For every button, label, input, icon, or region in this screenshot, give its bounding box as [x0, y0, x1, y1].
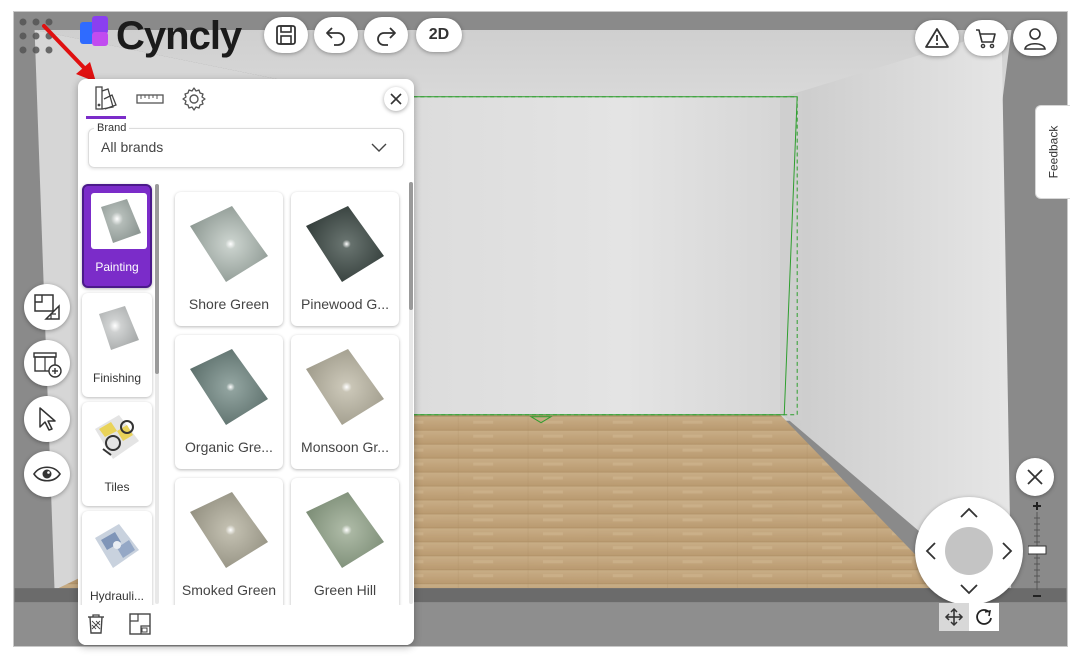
category-finishing[interactable]: Finishing	[82, 293, 152, 397]
category-thumbnail	[89, 300, 145, 356]
undo-icon	[326, 27, 345, 46]
material-label: Organic Gre...	[185, 439, 273, 455]
camera-nav-pad-graphic	[925, 507, 1013, 595]
feedback-label: Feedback	[1046, 125, 1061, 179]
close-panel-button[interactable]	[384, 87, 408, 111]
view-mode-2d-button[interactable]: 2D	[416, 18, 462, 52]
category-thumbnail	[89, 518, 145, 574]
redo-icon	[377, 27, 396, 46]
redo-button[interactable]	[364, 17, 408, 53]
logo-text: Cyncly	[116, 14, 242, 58]
eye-icon	[33, 466, 61, 482]
user-icon	[1024, 28, 1046, 50]
zoom-slider[interactable]	[1027, 500, 1048, 602]
trash-icon[interactable]	[86, 613, 106, 635]
material-label: Pinewood G...	[301, 296, 389, 312]
move-mode-button[interactable]	[939, 603, 969, 631]
ruler-icon	[136, 94, 164, 104]
cart-icon	[976, 29, 996, 49]
material-swatch	[186, 200, 272, 286]
feedback-tab[interactable]: Feedback	[1035, 105, 1070, 199]
category-hydraulic[interactable]: Hydrauli...	[82, 511, 152, 615]
rotate-mode-button[interactable]	[969, 603, 999, 631]
rotate-icon	[976, 609, 992, 625]
add-cabinet-icon	[33, 352, 62, 378]
save-button[interactable]	[264, 17, 308, 53]
brand-select[interactable]: All brands	[88, 128, 404, 168]
pan-left-icon	[925, 542, 936, 560]
category-tiles[interactable]: Tiles	[82, 402, 152, 506]
warnings-button[interactable]	[915, 20, 959, 56]
materials-panel: All brands Brand Painting Finishing Tile…	[78, 79, 414, 645]
material-swatch	[302, 343, 388, 429]
material-card-pinewood-green[interactable]: Pinewood G...	[291, 192, 399, 326]
material-swatch	[186, 343, 272, 429]
tab-settings[interactable]	[174, 79, 214, 119]
cart-button[interactable]	[964, 20, 1008, 56]
annotation-arrow-icon	[42, 24, 96, 82]
material-card-organic-green[interactable]: Organic Gre...	[175, 335, 283, 469]
zoom-slider-handle	[1027, 545, 1047, 555]
pan-down-icon	[960, 584, 978, 595]
add-furniture-button[interactable]	[24, 340, 70, 386]
category-scrollbar[interactable]	[155, 184, 159, 604]
save-icon	[276, 25, 296, 45]
floorplan-icon	[34, 294, 60, 320]
material-card-shore-green[interactable]: Shore Green	[175, 192, 283, 326]
material-label: Smoked Green	[181, 582, 277, 598]
category-label: Painting	[95, 260, 139, 274]
paint-swatch-icon	[95, 85, 117, 110]
room-layout-icon[interactable]	[128, 612, 152, 636]
materials-scrollbar-thumb[interactable]	[409, 182, 413, 310]
panel-footer	[78, 605, 414, 645]
category-label: Finishing	[92, 371, 142, 385]
gear-icon	[182, 87, 206, 111]
category-label: Tiles	[104, 480, 130, 494]
tab-measure[interactable]	[130, 79, 170, 119]
undo-button[interactable]	[314, 17, 358, 53]
material-label: Green Hill	[313, 582, 377, 598]
move-arrows-icon	[944, 607, 964, 627]
brand-select-value: All brands	[101, 139, 164, 155]
warning-icon	[925, 28, 949, 48]
pan-right-icon	[1002, 542, 1013, 560]
zoom-slider-graphic	[1027, 502, 1047, 597]
tab-materials[interactable]	[86, 79, 126, 119]
brand-select-label: Brand	[94, 121, 130, 135]
user-account-button[interactable]	[1013, 20, 1057, 56]
material-label: Shore Green	[188, 296, 270, 312]
cursor-arrow-icon	[39, 407, 56, 431]
material-swatch	[186, 486, 272, 572]
category-thumbnail	[89, 409, 145, 465]
visibility-button[interactable]	[24, 451, 70, 497]
close-icon	[390, 93, 402, 105]
material-label: Monsoon Gr...	[301, 439, 389, 455]
material-swatch	[302, 486, 388, 572]
category-thumbnail	[91, 193, 147, 249]
close-icon	[1027, 469, 1043, 485]
material-card-monsoon-green[interactable]: Monsoon Gr...	[291, 335, 399, 469]
close-view-button[interactable]	[1016, 458, 1054, 496]
material-swatch	[302, 200, 388, 286]
materials-scrollbar[interactable]	[409, 182, 413, 604]
category-scrollbar-thumb[interactable]	[155, 184, 159, 374]
material-card-green-hill[interactable]: Green Hill	[291, 478, 399, 612]
camera-nav-pad[interactable]	[915, 497, 1023, 605]
select-tool-button[interactable]	[24, 396, 70, 442]
category-painting[interactable]: Painting	[82, 184, 152, 288]
category-label: Hydrauli...	[89, 589, 145, 603]
chevron-down-icon	[371, 143, 387, 152]
pan-up-icon	[960, 507, 978, 518]
material-card-smoked-green[interactable]: Smoked Green	[175, 478, 283, 612]
floorplan-tool-button[interactable]	[24, 284, 70, 330]
